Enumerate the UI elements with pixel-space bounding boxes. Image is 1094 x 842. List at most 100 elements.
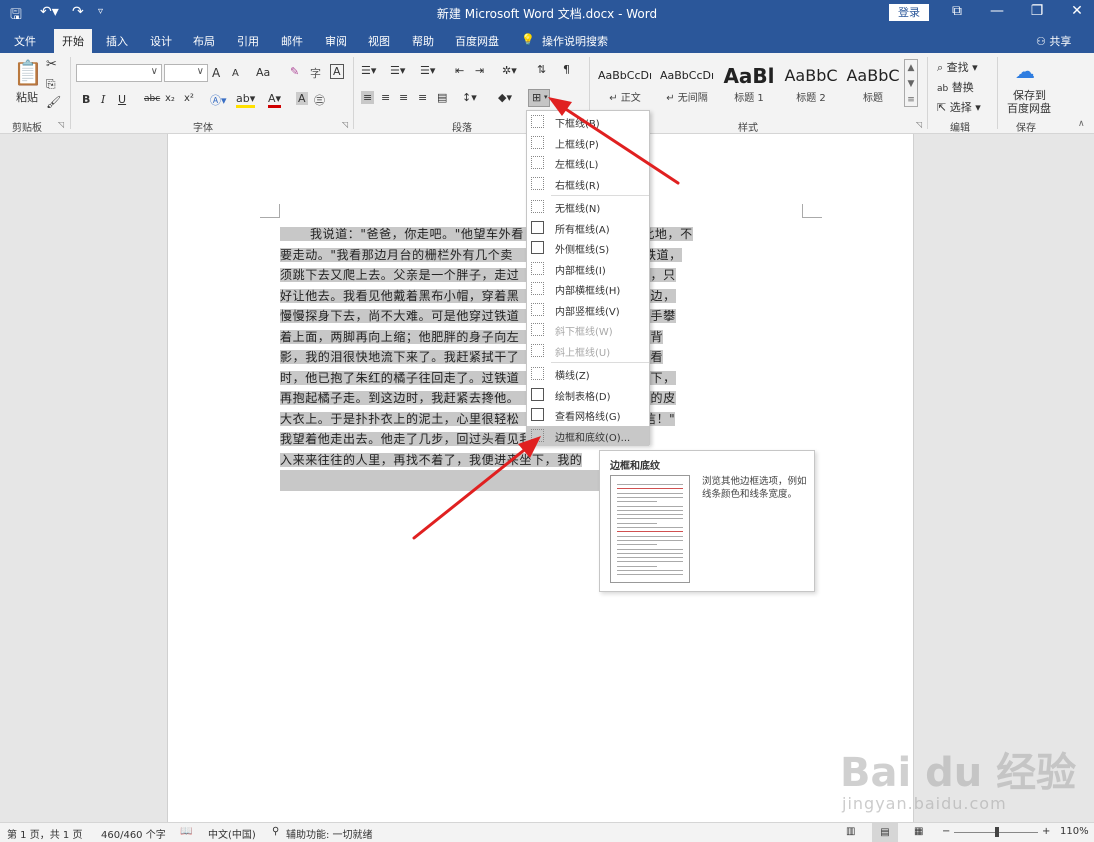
selected-text[interactable]: 时，他已抱了朱红的橘子往回走了。过铁道 — [280, 370, 520, 385]
selected-text[interactable]: 影，我的泪很快地流下来了。我赶紧拭干了 — [280, 350, 520, 364]
borders-menu-item[interactable]: 内部竖框线(V) — [527, 300, 649, 320]
font-name-combo[interactable]: ∨ — [76, 64, 162, 82]
web-layout-icon[interactable]: ▦ — [914, 826, 923, 837]
shading-icon[interactable]: ◆▾ — [498, 91, 512, 104]
cut-icon[interactable]: ✂ — [46, 57, 57, 72]
borders-menu-item[interactable]: 查看网格线(G) — [527, 405, 649, 425]
clear-formatting-icon[interactable]: ✎ — [290, 65, 299, 78]
tab-review[interactable]: 审阅 — [325, 33, 347, 49]
restore-icon[interactable]: ❐ — [1022, 3, 1052, 19]
accessibility-status[interactable]: 辅助功能: 一切就绪 — [286, 826, 373, 841]
tab-layout[interactable]: 布局 — [193, 33, 215, 49]
superscript-button[interactable]: x² — [184, 93, 194, 104]
tab-insert[interactable]: 插入 — [106, 33, 128, 49]
borders-menu-item[interactable]: 上框线(P) — [527, 133, 649, 153]
highlight-icon[interactable]: ab▾ — [236, 92, 256, 108]
selected-text[interactable]: 再抱起橘子走。到这边时，我赶紧去搀他。 — [280, 391, 520, 405]
borders-menu-item[interactable]: 无框线(N) — [527, 197, 649, 217]
share-button[interactable]: ⚇ 共享 — [1036, 33, 1071, 49]
ribbon-display-options-icon[interactable]: ⧉ — [942, 3, 972, 19]
tab-design[interactable]: 设计 — [150, 33, 172, 49]
baidu-netdisk-icon[interactable]: ☁ — [1015, 59, 1035, 83]
selected-text[interactable]: 慢慢探身下去，尚不大难。可是他穿过铁道 — [280, 309, 520, 323]
save-to-label-2[interactable]: 百度网盘 — [1007, 100, 1051, 116]
borders-menu-item[interactable]: 边框和底纹(O)... — [527, 425, 649, 446]
minimize-icon[interactable]: — — [982, 3, 1012, 19]
grow-font-button[interactable]: A — [212, 66, 220, 80]
tab-help[interactable]: 帮助 — [412, 33, 434, 49]
subscript-button[interactable]: x₂ — [165, 93, 175, 104]
selected-text[interactable]: 要走动。"我看那边月台的栅栏外有几个卖 — [280, 247, 513, 262]
style-heading-2[interactable]: AaBbC 标题 2 — [780, 63, 842, 109]
align-left-icon[interactable]: ≡ — [361, 91, 375, 104]
chinese-layout-icon[interactable]: ✲▾ — [502, 64, 517, 77]
format-painter-icon[interactable]: 🖌 — [46, 95, 61, 109]
tab-file[interactable]: 文件 — [14, 33, 36, 49]
line-spacing-icon[interactable]: ↕▾ — [462, 91, 477, 104]
selected-text[interactable]: 我说道："爸爸，你走吧。"他望车外看 — [280, 227, 524, 241]
multilevel-list-icon[interactable]: ☰▾ — [420, 64, 435, 77]
tab-view[interactable]: 视图 — [368, 33, 390, 49]
bold-button[interactable]: B — [82, 93, 90, 106]
selected-text[interactable]: 好让他去。我看见他戴着黑布小帽，穿着黑 — [280, 288, 520, 303]
enclose-characters-icon[interactable]: ㊂ — [314, 92, 325, 108]
selected-text[interactable]: 入来来往往的人里，再找不着了，我便进来坐下，我的 — [280, 452, 583, 467]
italic-button[interactable]: I — [101, 93, 105, 106]
selected-text[interactable]: 着上面，两脚再向上缩；他肥胖的身子向左 — [280, 329, 520, 344]
login-button[interactable]: 登录 — [889, 4, 929, 21]
tab-mailings[interactable]: 邮件 — [281, 33, 303, 49]
borders-menu-item[interactable]: 左框线(L) — [527, 153, 649, 173]
font-launcher-icon[interactable]: ◹ — [342, 120, 348, 129]
close-icon[interactable]: ✕ — [1062, 3, 1092, 19]
paste-label[interactable]: 粘贴 — [16, 89, 38, 105]
shrink-font-button[interactable]: A — [232, 68, 239, 79]
borders-menu-item[interactable]: 内部横框线(H) — [527, 279, 649, 299]
borders-menu-item[interactable]: 所有框线(A) — [527, 218, 649, 238]
character-border-icon[interactable]: A — [330, 64, 344, 79]
style-title[interactable]: AaBbC 标题 — [842, 63, 904, 109]
show-marks-icon[interactable]: ¶ — [563, 63, 570, 76]
numbering-icon[interactable]: ☰▾ — [390, 64, 405, 77]
align-center-icon[interactable]: ≡ — [381, 91, 390, 104]
zoom-level[interactable]: 110% — [1060, 826, 1089, 837]
collapse-ribbon-icon[interactable]: ∧ — [1078, 119, 1085, 129]
selected-text[interactable]: 大衣上。于是扑扑衣上的泥土，心里很轻松 — [280, 411, 520, 426]
sort-icon[interactable]: ⇅ — [537, 63, 546, 76]
justify-icon[interactable]: ≡ — [418, 91, 427, 104]
borders-menu-item[interactable]: 外侧框线(S) — [527, 238, 649, 258]
page-count[interactable]: 第 1 页，共 1 页 — [7, 826, 82, 841]
borders-menu-item[interactable]: 内部框线(I) — [527, 259, 649, 279]
paste-icon[interactable]: 📋 — [13, 59, 43, 87]
change-case-button[interactable]: Aa — [256, 66, 270, 79]
align-right-icon[interactable]: ≡ — [399, 91, 408, 104]
decrease-indent-icon[interactable]: ⇤ — [455, 64, 464, 77]
copy-icon[interactable]: ⎘ — [46, 77, 56, 92]
proofing-icon[interactable]: 📖 — [180, 826, 192, 837]
phonetic-guide-icon[interactable]: 字 — [310, 65, 321, 81]
borders-menu-item[interactable]: 右框线(R) — [527, 174, 649, 194]
selected-text[interactable]: 须跳下去又爬上去。父亲是一个胖子，走过 — [280, 268, 520, 282]
select-button[interactable]: ⇱ 选择 ▾ — [937, 99, 981, 115]
tab-references[interactable]: 引用 — [237, 33, 259, 49]
language-indicator[interactable]: 中文(中国) — [208, 826, 256, 841]
print-layout-icon[interactable]: ▤ — [872, 823, 898, 842]
clipboard-launcher-icon[interactable]: ◹ — [58, 120, 64, 129]
underline-button[interactable]: U — [118, 93, 126, 106]
read-mode-icon[interactable]: ▥ — [846, 826, 855, 837]
accessibility-icon[interactable]: ⚲ — [272, 826, 279, 837]
zoom-slider-thumb[interactable] — [995, 827, 999, 837]
text-effects-icon[interactable]: Ⓐ▾ — [210, 92, 227, 108]
borders-menu-item[interactable]: 绘制表格(D) — [527, 385, 649, 405]
borders-button[interactable]: ⊞ ▾ — [528, 89, 550, 107]
strikethrough-button[interactable]: abc — [144, 94, 160, 104]
character-shading-icon[interactable]: A — [296, 92, 308, 105]
styles-launcher-icon[interactable]: ◹ — [916, 120, 922, 129]
zoom-in-icon[interactable]: + — [1042, 826, 1050, 837]
style-normal[interactable]: AaBbCcDı ↵ 正文 — [594, 63, 656, 109]
style-heading-1[interactable]: AaBl 标题 1 — [718, 63, 780, 109]
find-button[interactable]: ⌕ 查找 ▾ — [937, 59, 978, 75]
tab-baidu-netdisk[interactable]: 百度网盘 — [455, 33, 499, 49]
zoom-out-icon[interactable]: − — [942, 826, 950, 837]
styles-scroll-icon[interactable]: ▲ ▼ ≡ — [904, 59, 918, 107]
borders-menu-item[interactable]: 横线(Z) — [527, 364, 649, 384]
